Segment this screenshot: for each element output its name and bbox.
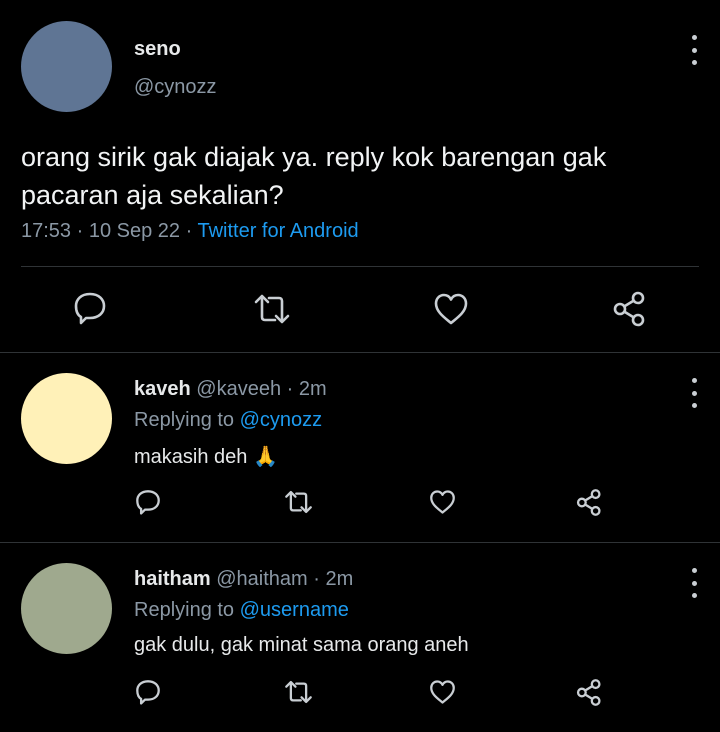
- mention-link[interactable]: @cynozz: [240, 409, 323, 431]
- author-name[interactable]: kaveh: [134, 378, 191, 400]
- share-icon[interactable]: [575, 678, 604, 707]
- share-icon[interactable]: [611, 290, 649, 328]
- praying-hands-emoji: 🙏: [252, 446, 278, 468]
- reply-time: · 2m: [313, 568, 354, 590]
- reply-tweet[interactable]: kaveh @kaveeh · 2m Replying to @cynozz m…: [0, 352, 720, 542]
- reply-header: kaveh @kaveeh · 2m: [134, 378, 327, 401]
- retweet-icon[interactable]: [284, 489, 313, 515]
- avatar[interactable]: [21, 21, 112, 112]
- mention-link[interactable]: @username: [240, 599, 349, 621]
- main-tweet: seno @cynozz orang sirik gak diajak ya. …: [0, 0, 720, 352]
- more-options-icon[interactable]: [688, 568, 700, 598]
- reply-tweet[interactable]: haitham @haitham · 2m Replying to @usern…: [0, 542, 720, 732]
- meta-separator: ·: [71, 220, 89, 242]
- reply-header: haitham @haitham · 2m: [134, 568, 353, 591]
- more-options-icon[interactable]: [688, 378, 700, 408]
- tweet-time: 17:53: [21, 220, 72, 242]
- retweet-icon[interactable]: [253, 292, 291, 326]
- author-handle[interactable]: @cynozz: [134, 76, 217, 99]
- author-name[interactable]: seno: [134, 38, 181, 61]
- avatar[interactable]: [21, 563, 112, 654]
- comment-icon[interactable]: [73, 290, 107, 326]
- reply-text: gak dulu, gak minat sama orang aneh: [134, 634, 469, 656]
- tweet-text: orang sirik gak diajak ya. reply kok bar…: [21, 142, 607, 210]
- tweet-date: 10 Sep 22: [88, 220, 181, 242]
- replying-to: Replying to @username: [134, 599, 349, 622]
- reply-text: makasih deh 🙏: [134, 444, 278, 469]
- replying-label: Replying to: [134, 599, 235, 621]
- tweet-meta: 17:53 · 10 Sep 22 · Twitter for Android: [21, 220, 359, 243]
- comment-icon[interactable]: [135, 488, 161, 516]
- more-options-icon[interactable]: [688, 35, 700, 65]
- reply-time: · 2m: [286, 378, 327, 400]
- author-handle[interactable]: @haitham: [216, 568, 307, 590]
- avatar[interactable]: [21, 373, 112, 464]
- reply-text-body: makasih deh: [134, 446, 248, 468]
- tweet-source-link[interactable]: Twitter for Android: [197, 220, 358, 242]
- author-name[interactable]: haitham: [134, 568, 211, 590]
- like-icon[interactable]: [429, 679, 456, 705]
- like-icon[interactable]: [433, 292, 469, 326]
- retweet-icon[interactable]: [284, 679, 313, 705]
- like-icon[interactable]: [429, 489, 456, 515]
- divider: [21, 266, 699, 267]
- replying-to: Replying to @cynozz: [134, 409, 322, 432]
- meta-separator: ·: [180, 220, 198, 242]
- share-icon[interactable]: [575, 488, 604, 517]
- author-handle[interactable]: @kaveeh: [196, 378, 281, 400]
- replying-label: Replying to: [134, 409, 235, 431]
- comment-icon[interactable]: [135, 678, 161, 706]
